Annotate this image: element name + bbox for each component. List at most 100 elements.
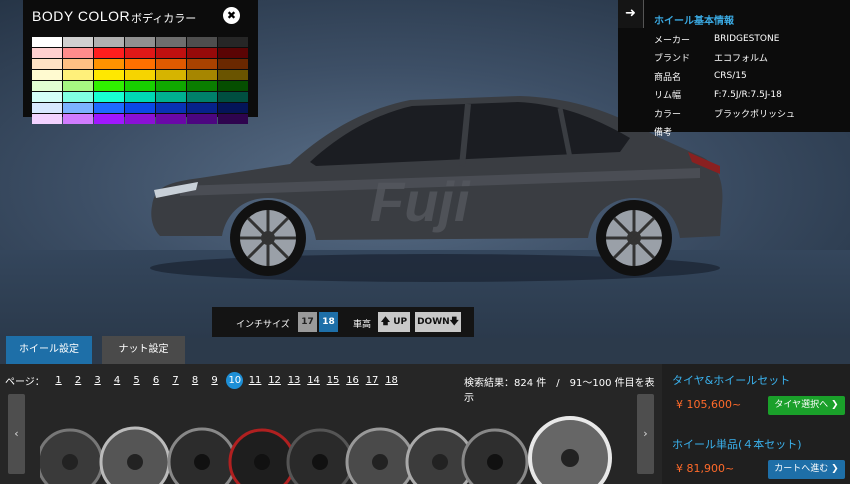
page-link[interactable]: 16	[343, 375, 363, 386]
page-link-current[interactable]: 10	[226, 372, 244, 389]
page-link[interactable]: 9	[205, 375, 225, 386]
page-link[interactable]: 5	[127, 375, 147, 386]
color-swatch[interactable]	[63, 48, 93, 58]
page-link[interactable]: 8	[185, 375, 205, 386]
color-swatch[interactable]	[125, 103, 155, 113]
color-swatch[interactable]	[156, 81, 186, 91]
page-link[interactable]: 7	[166, 375, 186, 386]
scroll-left-button[interactable]: ‹	[8, 394, 25, 474]
color-swatch[interactable]	[32, 81, 62, 91]
color-swatch[interactable]	[156, 92, 186, 102]
color-swatch[interactable]	[32, 48, 62, 58]
color-swatch[interactable]	[94, 114, 124, 124]
color-swatch[interactable]	[218, 114, 248, 124]
color-swatch[interactable]	[63, 37, 93, 47]
color-swatch[interactable]	[32, 92, 62, 102]
wheel-thumbnail[interactable]	[228, 428, 296, 484]
wheel-thumbnail[interactable]	[99, 426, 171, 484]
color-swatch[interactable]	[156, 114, 186, 124]
color-swatch[interactable]	[125, 48, 155, 58]
color-swatch[interactable]	[156, 48, 186, 58]
wheel-thumbnail[interactable]	[286, 428, 354, 484]
info-row-product: 商品名 CRS/15	[654, 67, 795, 86]
tab-nut-settings[interactable]: ナット設定	[102, 336, 185, 364]
height-down-button[interactable]: DOWN🡇	[415, 312, 461, 332]
page-link[interactable]: 4	[107, 375, 127, 386]
page-link[interactable]: 2	[68, 375, 88, 386]
go-to-cart-button[interactable]: カートへ進む ❯	[768, 460, 845, 479]
wheel-thumbnail[interactable]	[461, 428, 529, 484]
color-swatch[interactable]	[156, 70, 186, 80]
inch-18-button[interactable]: 18	[319, 312, 338, 332]
color-swatch[interactable]	[32, 37, 62, 47]
color-swatch[interactable]	[156, 59, 186, 69]
page-link[interactable]: 12	[265, 375, 285, 386]
color-swatch[interactable]	[187, 92, 217, 102]
color-swatch[interactable]	[125, 70, 155, 80]
color-swatch[interactable]	[125, 92, 155, 102]
wheel-thumbnail[interactable]	[40, 428, 104, 484]
color-swatch[interactable]	[187, 114, 217, 124]
color-swatch[interactable]	[63, 103, 93, 113]
color-swatch[interactable]	[94, 59, 124, 69]
inch-17-button[interactable]: 17	[298, 312, 317, 332]
arrow-right-icon[interactable]: ➜	[618, 0, 644, 28]
tab-wheel-settings[interactable]: ホイール設定	[6, 336, 92, 364]
color-swatch[interactable]	[94, 103, 124, 113]
close-icon[interactable]: ✖	[223, 7, 240, 24]
color-swatch[interactable]	[94, 37, 124, 47]
page-link[interactable]: 14	[304, 375, 324, 386]
wheel-info-list: メーカー BRIDGESTONE ブランド エコフォルム 商品名 CRS/15 リム幅…	[654, 30, 795, 141]
color-swatch[interactable]	[32, 103, 62, 113]
page-link[interactable]: 1	[49, 375, 69, 386]
color-swatch[interactable]	[187, 70, 217, 80]
color-swatch[interactable]	[125, 59, 155, 69]
color-swatch[interactable]	[218, 59, 248, 69]
color-swatch[interactable]	[156, 103, 186, 113]
color-swatch[interactable]	[63, 114, 93, 124]
color-swatch[interactable]	[32, 70, 62, 80]
color-swatch[interactable]	[63, 59, 93, 69]
page-link[interactable]: 18	[382, 375, 402, 386]
page-link[interactable]: 15	[323, 375, 343, 386]
wheel-thumbnail[interactable]	[345, 427, 415, 484]
page-link[interactable]: 13	[284, 375, 304, 386]
color-swatch[interactable]	[94, 81, 124, 91]
page-link[interactable]: 11	[245, 375, 265, 386]
color-swatch[interactable]	[32, 59, 62, 69]
color-swatch[interactable]	[187, 37, 217, 47]
color-swatch[interactable]	[156, 37, 186, 47]
color-swatch[interactable]	[218, 70, 248, 80]
color-swatch[interactable]	[94, 92, 124, 102]
color-swatch[interactable]	[218, 48, 248, 58]
color-swatch[interactable]	[94, 70, 124, 80]
color-swatch[interactable]	[63, 92, 93, 102]
color-swatch[interactable]	[63, 81, 93, 91]
pagination: ページ： 1 2 3 4 5 6 7 8 9 10 11 12 13 14 15 16 17 18	[5, 372, 401, 389]
body-color-panel: BODY COLOR ボディカラー ✖	[23, 0, 258, 124]
height-up-button[interactable]: 🡅 UP	[378, 312, 410, 332]
color-swatch[interactable]	[218, 37, 248, 47]
color-swatch[interactable]	[32, 114, 62, 124]
color-swatch[interactable]	[218, 81, 248, 91]
color-swatch[interactable]	[94, 48, 124, 58]
info-row-rim: リム幅 F:7.5J/R:7.5J-18	[654, 86, 795, 105]
wheel-thumbnail-selected[interactable]	[528, 416, 612, 484]
page-link[interactable]: 17	[362, 375, 382, 386]
color-swatch[interactable]	[187, 48, 217, 58]
select-tire-button[interactable]: タイヤ選択へ ❯	[768, 396, 845, 415]
color-swatch[interactable]	[187, 81, 217, 91]
color-swatch[interactable]	[218, 103, 248, 113]
page-link[interactable]: 3	[88, 375, 108, 386]
color-swatch[interactable]	[125, 37, 155, 47]
color-swatch[interactable]	[125, 114, 155, 124]
color-swatch[interactable]	[125, 81, 155, 91]
results-count: 検索結果：824 件 / 91～100 件目を表示	[464, 378, 655, 404]
color-swatch[interactable]	[187, 103, 217, 113]
color-swatch[interactable]	[63, 70, 93, 80]
scroll-right-button[interactable]: ›	[637, 394, 654, 474]
color-swatch[interactable]	[218, 92, 248, 102]
color-swatch[interactable]	[187, 59, 217, 69]
page-link[interactable]: 6	[146, 375, 166, 386]
wheel-thumbnail[interactable]	[167, 427, 237, 484]
